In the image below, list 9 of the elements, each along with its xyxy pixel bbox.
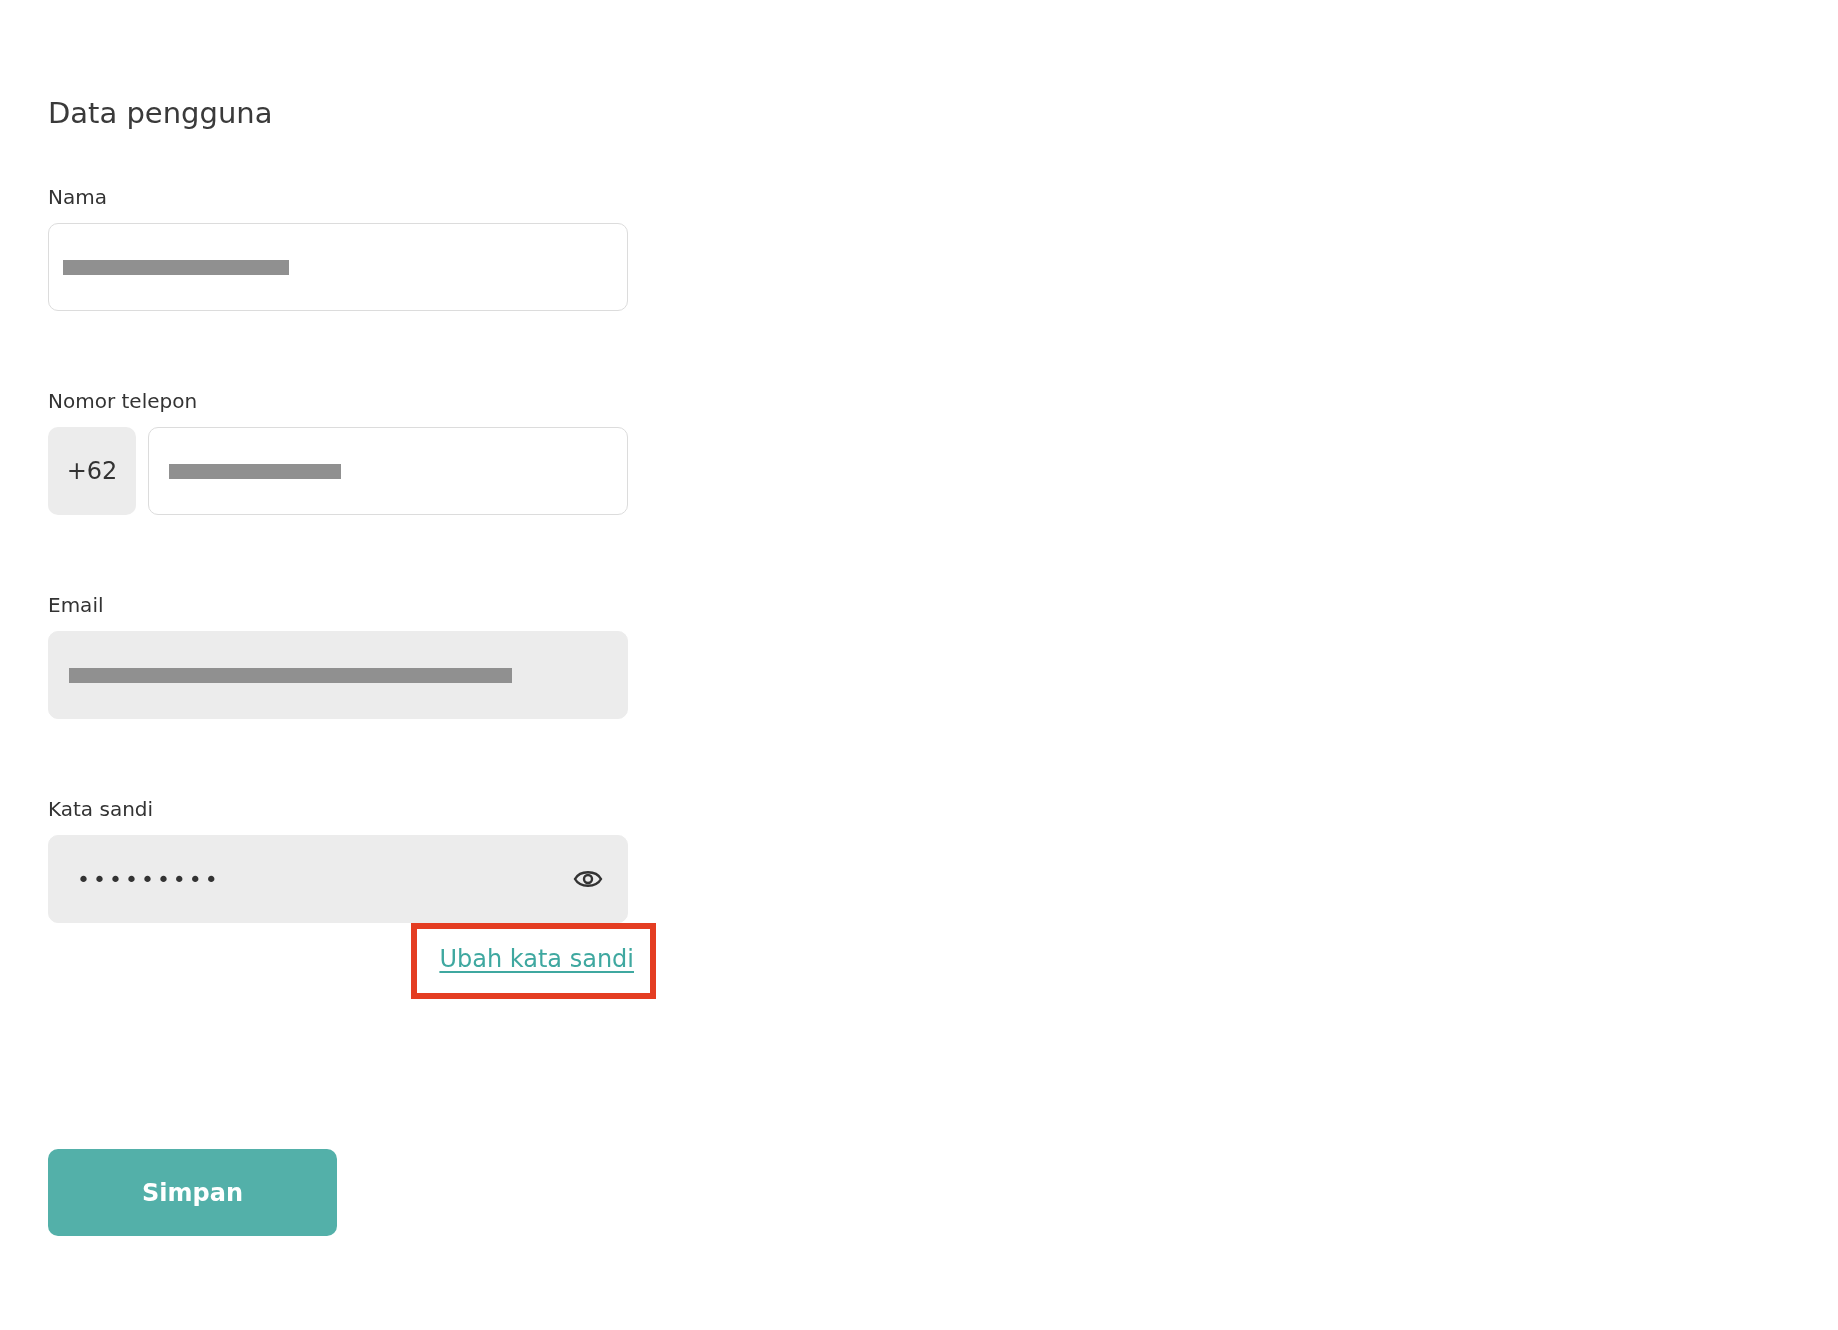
phone-input-field[interactable] xyxy=(148,427,628,515)
field-label: Kata sandi xyxy=(48,797,155,821)
field-label: Nama xyxy=(48,185,108,209)
country-code-field[interactable]: +62 xyxy=(48,427,136,515)
name-input-field[interactable] xyxy=(48,223,628,311)
field-label: Email xyxy=(48,593,105,617)
password-value: ••••••••• xyxy=(76,866,221,892)
field-label: Nomor telepon xyxy=(48,389,199,413)
page-title: Data pengguna xyxy=(48,96,274,130)
